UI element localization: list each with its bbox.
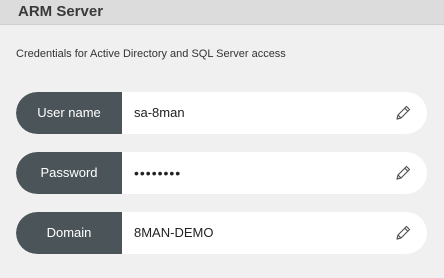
pencil-icon [393, 103, 413, 123]
domain-value: 8MAN-DEMO [134, 225, 214, 240]
edit-username-button[interactable] [393, 103, 413, 123]
panel-header: ARM Server [0, 0, 444, 25]
username-label: User name [16, 92, 122, 134]
domain-label: Domain [16, 212, 122, 254]
edit-password-button[interactable] [393, 163, 413, 183]
password-field: Password •••••••• [16, 152, 427, 194]
pencil-icon [393, 163, 413, 183]
arm-server-panel: ARM Server Credentials for Active Direct… [0, 0, 444, 278]
password-value: •••••••• [134, 165, 182, 181]
pencil-icon [393, 223, 413, 243]
edit-domain-button[interactable] [393, 223, 413, 243]
username-value: sa-8man [134, 105, 185, 120]
panel-description: Credentials for Active Directory and SQL… [16, 48, 286, 60]
domain-field: Domain 8MAN-DEMO [16, 212, 427, 254]
password-label: Password [16, 152, 122, 194]
panel-title: ARM Server [18, 3, 104, 20]
username-field: User name sa-8man [16, 92, 427, 134]
